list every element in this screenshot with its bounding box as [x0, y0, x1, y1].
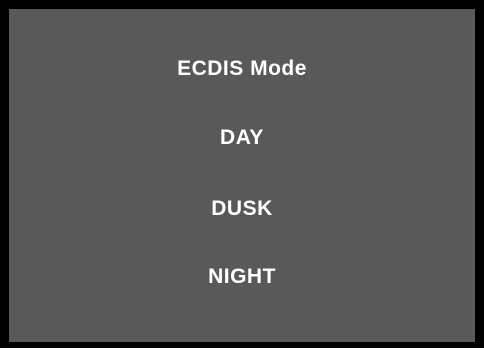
panel-title: ECDIS Mode: [177, 57, 307, 80]
mode-option-dusk[interactable]: DUSK: [9, 197, 475, 221]
mode-option-night[interactable]: NIGHT: [9, 265, 475, 289]
mode-option-day[interactable]: DAY: [9, 126, 475, 150]
ecdis-mode-panel: ECDIS Mode DAY DUSK NIGHT: [0, 0, 484, 348]
